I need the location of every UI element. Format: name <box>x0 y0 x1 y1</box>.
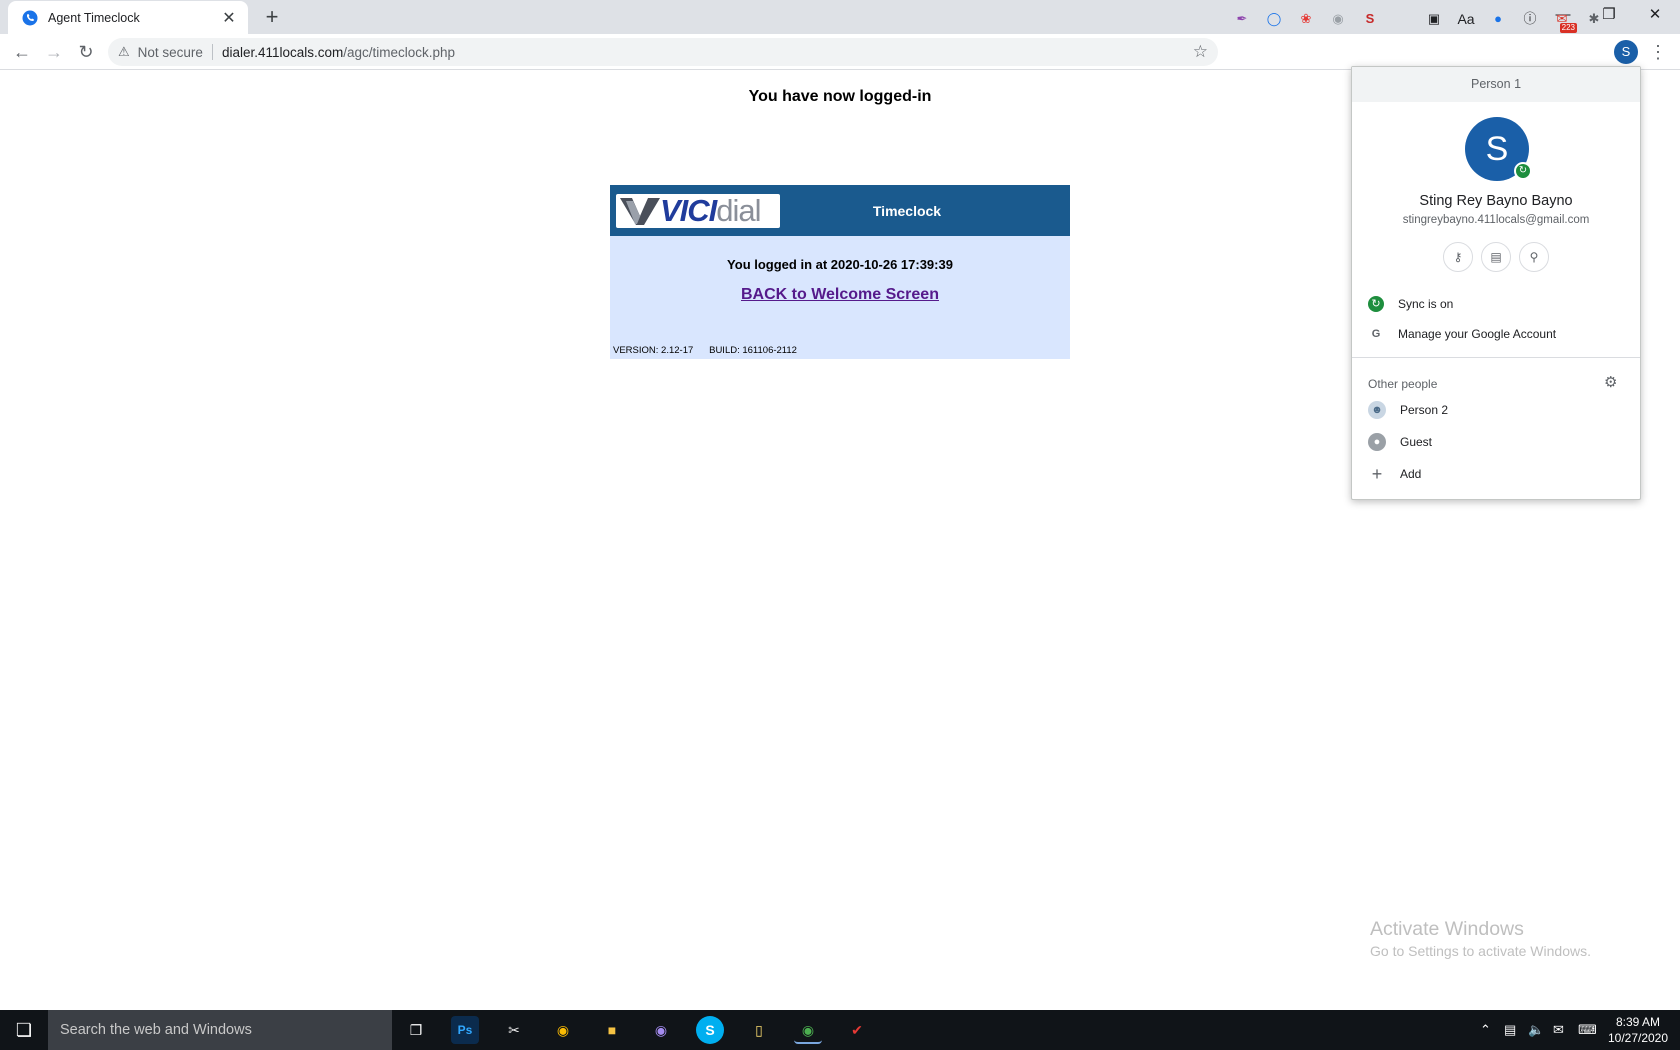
sync-row[interactable]: ↻ Sync is on <box>1352 289 1640 319</box>
tab-agent-timeclock[interactable]: Agent Timeclock ✕ <box>8 1 248 34</box>
other-people-label: Other people <box>1368 377 1438 391</box>
sync-badge-icon: ↻ <box>1514 162 1532 180</box>
vicidial-logo-mark-icon <box>620 197 660 225</box>
phone-favicon-icon <box>22 10 38 25</box>
timeclock-header: VICI dial Timeclock <box>610 185 1070 236</box>
warning-icon[interactable]: ⚠ <box>118 44 130 60</box>
file-explorer-icon[interactable]: ■ <box>598 1016 626 1044</box>
back-to-welcome-link[interactable]: BACK to Welcome Screen <box>610 286 1070 304</box>
bookmark-star-icon[interactable]: ☆ <box>1193 42 1208 62</box>
addresses-pin-icon[interactable]: ⚲ <box>1519 242 1549 272</box>
firefox-icon[interactable]: ◉ <box>647 1016 675 1044</box>
windows-taskbar: ❏ Search the web and Windows ❐ Ps ✂ ◉ ■ … <box>0 1010 1680 1050</box>
version-info: VERSION: 2.12-17 BUILD: 161106-2112 <box>613 345 797 356</box>
timeclock-app-icon[interactable]: ✔ <box>843 1016 871 1044</box>
activate-windows-subtitle: Go to Settings to activate Windows. <box>1370 943 1591 959</box>
back-icon[interactable]: ← <box>8 38 36 66</box>
forward-icon[interactable]: → <box>40 38 68 66</box>
vicidial-logo: VICI dial <box>616 193 780 228</box>
clock-date: 10/27/2020 <box>1607 1031 1669 1045</box>
s-extension-icon[interactable]: S <box>1359 8 1381 30</box>
omnibox-separator <box>211 44 213 60</box>
person-row[interactable]: ☻ Person 2 <box>1352 395 1640 425</box>
sync-icon: ↻ <box>1368 296 1384 312</box>
add-label: Add <box>1400 467 1422 481</box>
chrome-profile-icon[interactable]: ◉ <box>794 1016 822 1044</box>
person-name: Person 2 <box>1400 403 1449 417</box>
payment-card-icon[interactable]: ▤ <box>1481 242 1511 272</box>
logo-vici-text: VICI <box>660 193 717 228</box>
tray-chevron-icon[interactable]: ⌃ <box>1480 1010 1491 1050</box>
mail-badge: 223 <box>1559 23 1577 33</box>
guest-avatar-icon: ● <box>1368 433 1386 451</box>
person-2-avatar-icon: ☻ <box>1368 401 1386 419</box>
chrome-icon[interactable]: ◉ <box>549 1016 577 1044</box>
profile-menu: Person 1 S ↻ Sting Rey Bayno Bayno sting… <box>1351 66 1641 500</box>
sync-status-label: Sync is on <box>1398 297 1454 311</box>
login-message: You logged in at 2020-10-26 17:39:39 <box>727 257 953 272</box>
address-bar[interactable]: ⚠ Not secure dialer.411locals.com /agc/t… <box>108 38 1218 66</box>
clock-time: 8:39 AM <box>1615 1015 1661 1029</box>
profile-avatar-button[interactable]: S <box>1614 40 1638 64</box>
close-tab-icon[interactable]: ✕ <box>220 8 238 28</box>
close-window-icon[interactable]: ✕ <box>1632 0 1678 30</box>
folder-icon[interactable]: ▯ <box>745 1016 773 1044</box>
browser-menu-icon[interactable]: ⋮ <box>1648 40 1668 64</box>
passwords-key-icon[interactable]: ⚷ <box>1443 242 1473 272</box>
snipping-tool-icon[interactable]: ✂ <box>500 1016 528 1044</box>
color-wheel-extension-icon[interactable]: ❀ <box>1295 8 1317 30</box>
mail-extension-icon[interactable]: ✉ 223 <box>1551 8 1577 33</box>
plus-icon: + <box>1371 464 1383 484</box>
manage-account-row[interactable]: G Manage your Google Account <box>1352 319 1640 349</box>
photoshop-icon[interactable]: Ps <box>451 1016 479 1044</box>
guest-label: Guest <box>1400 435 1433 449</box>
guest-row[interactable]: ● Guest <box>1352 427 1640 457</box>
puzzle-extensions-icon[interactable]: ✱ <box>1583 8 1605 30</box>
reload-icon[interactable]: ↻ <box>72 38 100 66</box>
keyboard-icon[interactable]: ⌨ <box>1578 1010 1597 1050</box>
not-secure-label[interactable]: Not secure <box>138 45 203 60</box>
tab-title: Agent Timeclock <box>48 10 140 25</box>
camera-extension-icon[interactable]: ◉ <box>1327 8 1349 30</box>
feather-extension-icon[interactable]: ✒ <box>1231 8 1253 30</box>
profile-menu-header: Person 1 <box>1352 67 1640 102</box>
new-tab-button[interactable]: + <box>258 4 286 30</box>
activate-windows-title: Activate Windows <box>1370 918 1524 940</box>
add-person-row[interactable]: + Add <box>1352 459 1640 489</box>
font-extension-icon[interactable]: Aa <box>1455 8 1477 30</box>
bird-extension-icon[interactable]: ● <box>1487 8 1509 30</box>
url-path: /agc/timeclock.php <box>343 44 456 60</box>
task-view-icon[interactable]: ❐ <box>402 1016 430 1044</box>
circle-extension-icon[interactable]: ◯ <box>1263 8 1285 30</box>
timeclock-panel: VICI dial Timeclock You logged in at 202… <box>610 185 1070 359</box>
profile-name: Sting Rey Bayno Bayno <box>1419 193 1573 209</box>
info-extension-icon[interactable]: ⓘ <box>1519 8 1541 30</box>
gear-icon[interactable]: ⚙ <box>1604 373 1617 391</box>
volume-icon[interactable]: 🔈 <box>1528 1010 1544 1050</box>
version-label: VERSION: 2.12-17 <box>613 345 694 356</box>
url-host: dialer.411locals.com <box>221 44 344 60</box>
taskbar-search-input[interactable]: Search the web and Windows <box>48 1010 392 1050</box>
windows-start-icon[interactable]: ❏ <box>0 1010 48 1050</box>
timeclock-title: Timeclock <box>872 202 942 219</box>
build-label: BUILD: 161106-2112 <box>709 345 797 356</box>
notifications-icon[interactable]: ✉ <box>1553 1010 1564 1050</box>
taskbar-clock[interactable]: 8:39 AM 10/27/2020 <box>1604 1014 1672 1046</box>
logo-dial-text: dial <box>716 193 761 228</box>
screenshot-extension-icon[interactable]: ▣ <box>1423 8 1445 30</box>
browser-toolbar: ← → ↻ ⚠ Not secure dialer.411locals.com … <box>0 34 1680 70</box>
network-icon[interactable]: ▤ <box>1504 1010 1516 1050</box>
skype-icon[interactable]: S <box>696 1016 724 1044</box>
google-g-icon: G <box>1371 328 1381 340</box>
profile-email: stingreybayno.411locals@gmail.com <box>1402 214 1590 226</box>
menu-divider <box>1352 357 1640 358</box>
manage-account-label: Manage your Google Account <box>1398 327 1557 341</box>
